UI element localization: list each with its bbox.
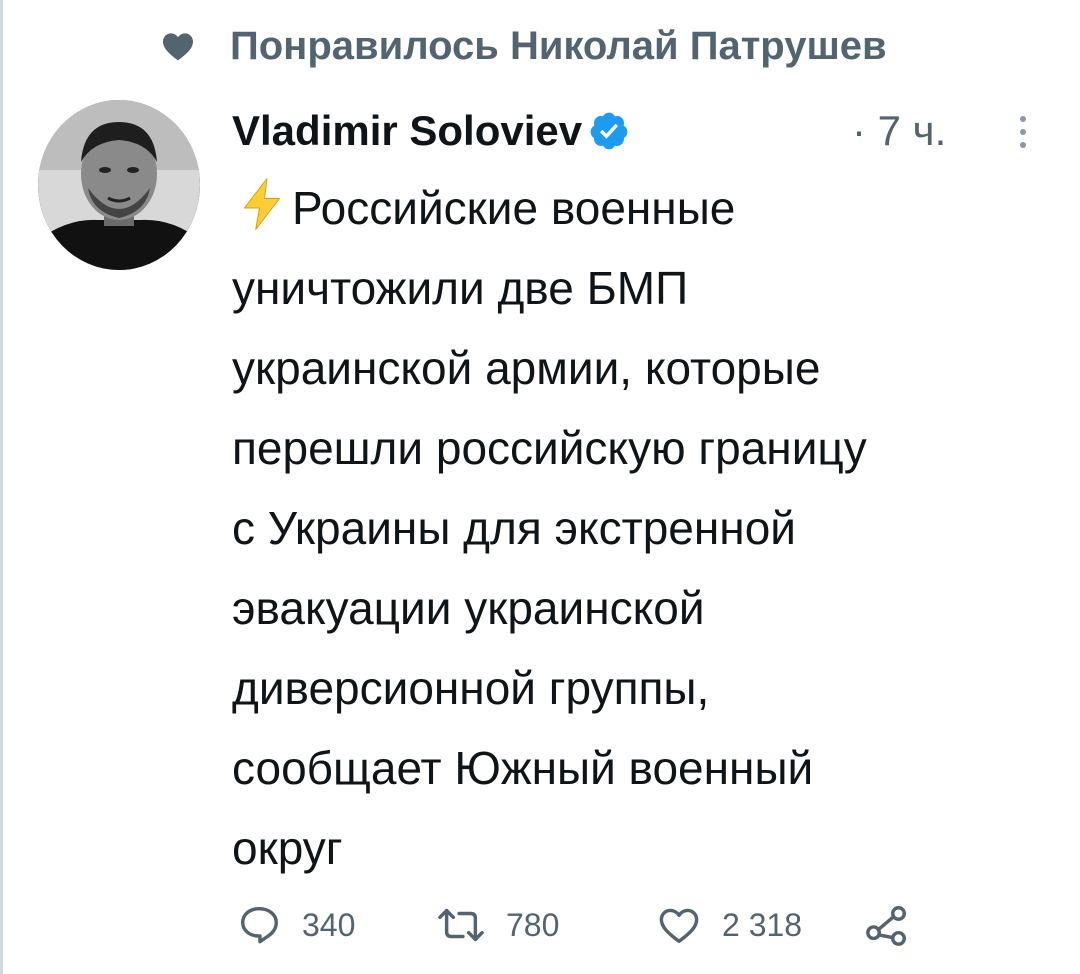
heart-filled-icon — [160, 28, 196, 64]
share-icon — [864, 902, 910, 948]
tweet-timestamp[interactable]: · 7 ч. — [852, 107, 946, 155]
social-context[interactable]: Понравилось Николай Патрушев — [160, 18, 887, 74]
reply-button[interactable]: 340 — [236, 898, 355, 952]
tweet-text: Российские военные уничтожили две БМП ук… — [232, 168, 1062, 888]
tweet-header: Vladimir Soloviev · 7 ч. — [232, 104, 1052, 158]
heart-icon — [656, 902, 702, 948]
tweet-text-line-7: диверсионной группы, — [232, 662, 710, 714]
more-options-icon[interactable] — [1016, 114, 1030, 150]
tweet-actions: 340 780 2 318 — [236, 898, 936, 952]
left-border-line — [0, 0, 3, 974]
tweet-text-line-8: сообщает Южный военный — [232, 742, 814, 794]
tweet-text-line-6: эвакуации украинской — [232, 582, 705, 634]
avatar[interactable] — [38, 100, 200, 270]
tweet-text-line-5: с Украины для экстренной — [232, 502, 796, 554]
tweet-text-line-2: уничтожили две БМП — [232, 262, 689, 314]
verified-badge-icon — [588, 110, 630, 152]
tweet-text-line: Российские военные — [232, 168, 1062, 248]
reply-icon — [236, 902, 282, 948]
retweet-button[interactable]: 780 — [436, 898, 559, 952]
reply-count: 340 — [302, 906, 356, 943]
share-button[interactable] — [864, 898, 910, 952]
like-count: 2 318 — [722, 906, 803, 943]
tweet-text-line-9: округ — [232, 822, 343, 874]
tweet-text-line-1: Российские военные — [292, 182, 736, 234]
lightning-bolt-icon — [232, 174, 292, 234]
author-name[interactable]: Vladimir Soloviev — [232, 107, 582, 155]
tweet-text-line-3: украинской армии, которые — [232, 342, 821, 394]
like-button[interactable]: 2 318 — [656, 898, 802, 952]
retweet-icon — [436, 902, 486, 948]
tweet-text-line-4: перешли российскую границу — [232, 422, 867, 474]
retweet-count: 780 — [506, 906, 560, 943]
liked-by-text: Понравилось Николай Патрушев — [230, 23, 887, 68]
